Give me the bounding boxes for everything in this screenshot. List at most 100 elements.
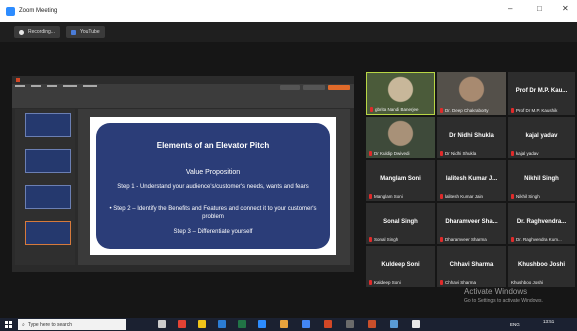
zoom-taskbar-icon[interactable]	[258, 320, 266, 328]
participant-label-text: Dr Nidhi Shukla	[445, 151, 477, 156]
taskbar-search-input[interactable]: ⌕ Type here to search	[18, 319, 126, 330]
participant-tile[interactable]: Nikhil Singh Nikhil Singh	[508, 160, 575, 201]
current-slide[interactable]: Elements of an Elevator Pitch Value Prop…	[90, 117, 336, 255]
participant-tile[interactable]: Dr Kuldip Dwivedi	[366, 117, 435, 158]
shared-screen[interactable]: Elements of an Elevator Pitch Value Prop…	[12, 76, 354, 272]
participant-name-label: Sonal Singh	[369, 237, 398, 242]
participant-label-text: kajal yadav	[516, 151, 539, 156]
app-icon[interactable]	[390, 320, 398, 328]
participant-tile[interactable]: Prof Dr M.P. Kau... Prof Dr M.P. Kaushik	[508, 72, 575, 115]
close-button[interactable]: ✕	[562, 4, 569, 13]
slide-thumbnails	[15, 109, 75, 265]
participant-name-label: lalitesh Kumar Jain	[440, 194, 483, 199]
maximize-button[interactable]: □	[537, 4, 542, 13]
participant-tile[interactable]: Kuldeep Soni Kaldeep Soni	[366, 246, 435, 287]
ribbon-tab[interactable]	[63, 85, 77, 87]
muted-mic-icon	[511, 237, 514, 242]
ribbon-tab[interactable]	[15, 85, 25, 87]
slide-content: Elements of an Elevator Pitch Value Prop…	[96, 123, 330, 249]
participant-label-text: Dr Kuldip Dwivedi	[374, 151, 410, 156]
share-button[interactable]	[328, 85, 350, 90]
livestream-icon	[70, 29, 76, 35]
language-indicator[interactable]: ENG	[510, 322, 520, 327]
participant-tile[interactable]: Manglam Soni Manglam Soni	[366, 160, 435, 201]
participant-tile[interactable]: Sonal Singh Sonal Singh	[366, 203, 435, 244]
ribbon-tab[interactable]	[47, 85, 57, 87]
youtube-live-indicator[interactable]: YouTube	[65, 26, 105, 38]
participant-tile[interactable]: Dr. Raghvendra... Dr. Raghvendra Kum...	[508, 203, 575, 244]
recording-indicator[interactable]: Recording...	[14, 26, 60, 38]
participant-tile[interactable]: Chhavi Sharma Chhavi Sharma	[437, 246, 506, 287]
powerpoint-titlebar	[12, 76, 354, 84]
zoom-logo-icon	[6, 6, 15, 16]
participant-tile[interactable]: Dharamveer Sha... Dharamveer Sharma	[437, 203, 506, 244]
participant-display-name: Sonal Singh	[383, 219, 418, 225]
activate-windows-subtitle: Go to Settings to activate Windows.	[464, 298, 543, 304]
minimize-button[interactable]: –	[508, 4, 512, 13]
participant-name-label: Manglam Soni	[369, 194, 403, 199]
muted-mic-icon	[440, 194, 443, 199]
participant-name-label: Kaldeep Soni	[369, 280, 401, 285]
slide-step-2: • Step 2 – Identify the Benefits and Fea…	[109, 206, 317, 220]
task-view-icon[interactable]	[158, 320, 166, 328]
muted-mic-icon	[440, 280, 443, 285]
participant-name-label: gbrita Nandi Banerjee	[370, 107, 419, 112]
participant-name-label: Khushboo Joshi	[511, 280, 543, 285]
word-icon[interactable]	[218, 320, 226, 328]
app-icon[interactable]	[368, 320, 376, 328]
windows-start-icon[interactable]	[5, 321, 12, 328]
app-icon[interactable]	[280, 320, 288, 328]
participant-tile[interactable]: lalitesh Kumar J... lalitesh Kumar Jain	[437, 160, 506, 201]
muted-mic-icon	[440, 151, 443, 156]
participant-tile[interactable]: Dr Nidhi Shukla Dr Nidhi Shukla	[437, 117, 506, 158]
slide-editor: Elements of an Elevator Pitch Value Prop…	[78, 109, 350, 265]
participant-display-name: Dharamveer Sha...	[445, 219, 498, 225]
app-icon[interactable]	[412, 320, 420, 328]
participant-label-text: Chhavi Sharma	[445, 280, 477, 285]
search-icon: ⌕	[22, 321, 25, 328]
slide-step-3: Step 3 – Differentiate yourself	[173, 229, 253, 235]
muted-mic-icon	[440, 108, 443, 113]
slide-thumbnail-selected[interactable]	[25, 221, 71, 245]
ribbon-tab[interactable]	[31, 85, 41, 87]
muted-mic-icon	[369, 151, 372, 156]
app-icon[interactable]	[346, 320, 354, 328]
participant-tile[interactable]: Khushboo Joshi Khushboo Joshi	[508, 246, 575, 287]
slide-thumbnail[interactable]	[25, 113, 71, 137]
participant-label-text: Nikhil Singh	[516, 194, 540, 199]
excel-icon[interactable]	[238, 320, 246, 328]
clock-time[interactable]: 13:51	[543, 319, 554, 324]
participant-name-label: Dr. Raghvendra Kum...	[511, 237, 562, 242]
app-icon[interactable]	[178, 320, 186, 328]
participant-display-name: Chhavi Sharma	[449, 262, 494, 268]
comments-button[interactable]	[303, 85, 325, 90]
activate-windows-title: Activate Windows	[464, 287, 528, 296]
participant-label-text: lalitesh Kumar Jain	[445, 194, 484, 199]
record-button[interactable]	[280, 85, 300, 90]
file-explorer-icon[interactable]	[198, 320, 206, 328]
participant-label-text: Kaldeep Soni	[374, 280, 401, 285]
participant-label-text: Prof Dr M.P. Kaushik	[516, 108, 558, 113]
windows-taskbar: ⌕ Type here to search	[0, 318, 577, 331]
muted-mic-icon	[440, 237, 443, 242]
participant-name-label: Dr. Deep Chakraborty	[440, 108, 489, 113]
participant-display-name: lalitesh Kumar J...	[445, 176, 498, 182]
chrome-icon[interactable]	[302, 320, 310, 328]
participant-tile[interactable]: gbrita Nandi Banerjee	[366, 72, 435, 115]
slide-thumbnail[interactable]	[25, 185, 71, 209]
participant-tile[interactable]: kajal yadav kajal yadav	[508, 117, 575, 158]
participant-label-text: Dharamveer Sharma	[445, 237, 487, 242]
muted-mic-icon	[369, 237, 372, 242]
powerpoint-icon	[16, 78, 20, 82]
slide-step-1: Step 1 - Understand your audience's/cust…	[117, 184, 309, 190]
participant-display-name: Dr. Raghvendra...	[516, 219, 567, 225]
ribbon-tab[interactable]	[83, 85, 97, 87]
participant-tile[interactable]: Dr. Deep Chakraborty	[437, 72, 506, 115]
powerpoint-taskbar-icon[interactable]	[324, 320, 332, 328]
muted-mic-icon	[511, 194, 514, 199]
muted-mic-icon	[511, 108, 514, 113]
slide-thumbnail[interactable]	[25, 149, 71, 173]
participant-name-label: Chhavi Sharma	[440, 280, 476, 285]
participant-name-label: Nikhil Singh	[511, 194, 540, 199]
slide-subtitle: Value Proposition	[185, 169, 241, 176]
